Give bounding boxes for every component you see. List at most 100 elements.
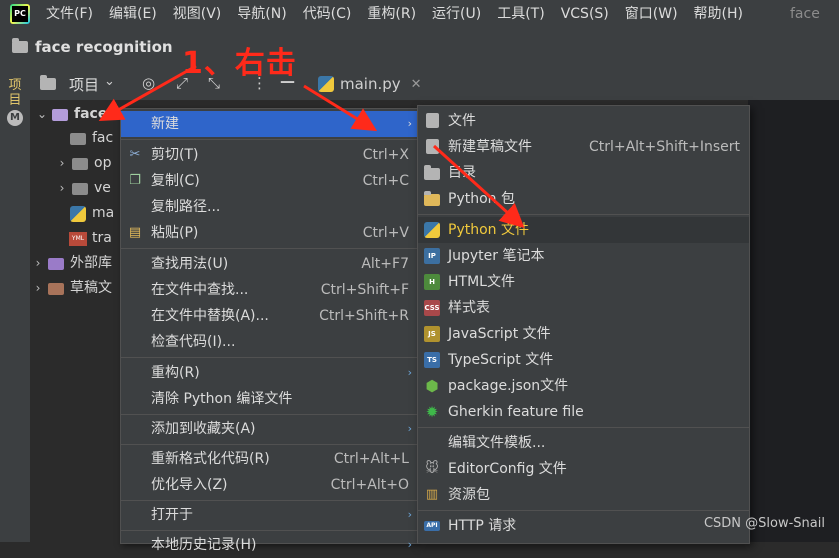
menu-window[interactable]: 窗口(W)	[617, 0, 686, 28]
chevron-down-icon[interactable]: ⌄	[104, 74, 115, 89]
menu-item-find-usages[interactable]: 查找用法(U) Alt+F7	[121, 251, 418, 277]
chevron-right-icon: ›	[407, 117, 412, 130]
menu-separator	[121, 530, 418, 531]
menu-edit[interactable]: 编辑(E)	[101, 0, 165, 28]
submenu-item-python-package[interactable]: Python 包	[418, 186, 749, 212]
menu-item-copy[interactable]: ❐ 复制(C) Ctrl+C	[121, 168, 418, 194]
menu-refactor[interactable]: 重构(R)	[359, 0, 424, 28]
submenu-item-javascript[interactable]: JS JavaScript 文件	[418, 321, 749, 347]
tree-item-label: 草稿文	[70, 280, 112, 296]
menu-item-refactor[interactable]: 重构(R) ›	[121, 360, 418, 386]
python-file-icon	[70, 205, 86, 222]
typescript-icon: TS	[424, 352, 440, 368]
annotation-label: 1、右击	[182, 46, 297, 81]
menu-item-inspect-code[interactable]: 检查代码(I)...	[121, 329, 418, 355]
submenu-item-stylesheet[interactable]: CSS 样式表	[418, 295, 749, 321]
menu-separator	[418, 214, 749, 215]
submenu-item-directory[interactable]: 目录	[418, 160, 749, 186]
clipboard-icon: ▤	[128, 225, 142, 240]
jupyter-icon: IP	[424, 248, 440, 264]
cucumber-icon: ✹	[425, 403, 439, 421]
chevron-right-icon[interactable]: ›	[56, 151, 68, 176]
menu-help[interactable]: 帮助(H)	[686, 0, 751, 28]
menu-separator	[121, 248, 418, 249]
menu-item-paste[interactable]: ▤ 粘贴(P) Ctrl+V	[121, 220, 418, 246]
tree-root[interactable]: ⌄ face r	[36, 102, 119, 127]
chevron-right-icon[interactable]: ›	[56, 176, 68, 201]
chevron-right-icon[interactable]: ›	[32, 251, 44, 276]
locate-target-icon[interactable]: ◎	[142, 74, 155, 92]
tree-item-label: tra	[92, 230, 112, 246]
menu-separator	[121, 139, 418, 140]
pycharm-logo-icon	[10, 4, 30, 24]
menu-file[interactable]: 文件(F)	[38, 0, 101, 28]
context-menu: 新建 › ✂ 剪切(T) Ctrl+X ❐ 复制(C) Ctrl+C 复制路径.…	[120, 108, 419, 553]
project-tool-button[interactable]: 项目	[7, 78, 23, 108]
submenu-item-package-json[interactable]: ⬢ package.json文件	[418, 373, 749, 399]
submenu-item-resource-bundle[interactable]: ▥ 资源包	[418, 482, 749, 508]
tree-item[interactable]: › op	[56, 151, 112, 176]
menu-item-reformat[interactable]: 重新格式化代码(R) Ctrl+Alt+L	[121, 446, 418, 472]
menu-item-replace-in-files[interactable]: 在文件中替换(A)... Ctrl+Shift+R	[121, 303, 418, 329]
structure-icon[interactable]: M	[7, 110, 23, 126]
tree-external-libraries[interactable]: › 外部库	[32, 251, 112, 276]
menu-item-local-history[interactable]: 本地历史记录(H) ›	[121, 532, 418, 558]
file-icon	[424, 113, 440, 129]
chevron-right-icon: ›	[407, 538, 412, 551]
submenu-item-python-file[interactable]: Python 文件	[418, 217, 749, 243]
tree-item[interactable]: ma	[66, 201, 114, 226]
menu-code[interactable]: 代码(C)	[295, 0, 360, 28]
menu-view[interactable]: 视图(V)	[165, 0, 230, 28]
menu-separator	[121, 500, 418, 501]
chevron-right-icon: ›	[407, 422, 412, 435]
submenu-item-scratch-file[interactable]: 新建草稿文件 Ctrl+Alt+Shift+Insert	[418, 134, 749, 160]
menu-item-copy-path[interactable]: 复制路径...	[121, 194, 418, 220]
breadcrumb[interactable]: face recognition	[12, 38, 173, 56]
tree-item-label: fac	[92, 130, 114, 146]
tab-main-py[interactable]: main.py ✕	[318, 68, 422, 100]
submenu-item-editorconfig[interactable]: 🐭 EditorConfig 文件	[418, 456, 749, 482]
editor-area[interactable]	[748, 100, 839, 542]
submenu-item-http-request[interactable]: API HTTP 请求	[418, 513, 749, 539]
tree-item[interactable]: fac	[66, 126, 113, 151]
chevron-right-icon[interactable]: ›	[32, 276, 44, 301]
menu-item-add-favorites[interactable]: 添加到收藏夹(A) ›	[121, 416, 418, 442]
scissors-icon: ✂	[129, 147, 141, 162]
submenu-item-html[interactable]: H HTML文件	[418, 269, 749, 295]
menu-item-find-in-files[interactable]: 在文件中查找... Ctrl+Shift+F	[121, 277, 418, 303]
tree-scratches[interactable]: › 草稿文	[32, 276, 112, 301]
chevron-right-icon: ›	[407, 366, 412, 379]
scratches-icon	[48, 282, 64, 295]
menu-navigate[interactable]: 导航(N)	[229, 0, 294, 28]
scratch-file-icon	[424, 139, 440, 155]
project-panel-title[interactable]: 项目	[69, 74, 99, 95]
submenu-item-edit-templates[interactable]: 编辑文件模板...	[418, 430, 749, 456]
editor-tab-bar: main.py ✕	[310, 68, 839, 100]
submenu-item-file[interactable]: 文件	[418, 108, 749, 134]
navigation-bar: face recognition	[0, 28, 839, 69]
menu-run[interactable]: 运行(U)	[424, 0, 489, 28]
tree-item[interactable]: YML tra	[66, 226, 112, 251]
tree-item[interactable]: › ve	[56, 176, 111, 201]
css-icon: CSS	[424, 300, 440, 316]
folder-icon	[70, 132, 86, 145]
menu-tools[interactable]: 工具(T)	[489, 0, 552, 28]
menu-item-open-in[interactable]: 打开于 ›	[121, 502, 418, 528]
menu-vcs[interactable]: VCS(S)	[553, 0, 617, 28]
breadcrumb-project[interactable]: face recognition	[35, 38, 173, 56]
menu-item-new[interactable]: 新建 ›	[121, 111, 418, 137]
library-icon	[48, 257, 64, 270]
submenu-item-jupyter[interactable]: IP Jupyter 笔记本	[418, 243, 749, 269]
close-tab-icon[interactable]: ✕	[411, 77, 422, 92]
menu-item-cut[interactable]: ✂ 剪切(T) Ctrl+X	[121, 142, 418, 168]
menu-item-clean-python[interactable]: 清除 Python 编译文件	[121, 386, 418, 412]
folder-icon	[72, 157, 88, 170]
editorconfig-icon: 🐭	[425, 461, 439, 476]
submenu-item-typescript[interactable]: TS TypeScript 文件	[418, 347, 749, 373]
python-file-icon	[424, 222, 440, 238]
watermark: CSDN @Slow-Snail	[703, 516, 825, 531]
menu-item-optimize-imports[interactable]: 优化导入(Z) Ctrl+Alt+O	[121, 472, 418, 498]
submenu-item-gherkin[interactable]: ✹ Gherkin feature file	[418, 399, 749, 425]
expand-arrow-icon[interactable]: ⌄	[36, 102, 48, 127]
window-title: face recognition	[790, 6, 839, 50]
